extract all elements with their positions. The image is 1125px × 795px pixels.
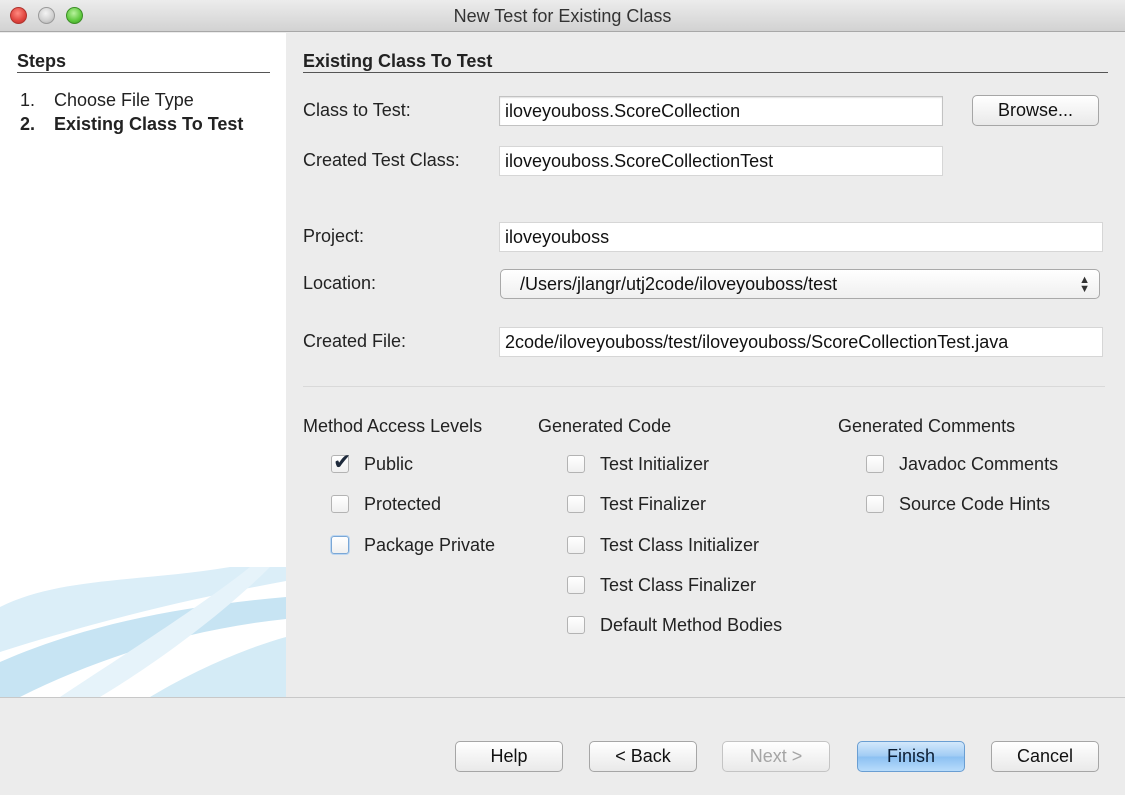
location-label: Location: — [303, 273, 377, 293]
class-to-test-label: Class to Test: — [303, 100, 411, 120]
option-label: Default Method Bodies — [600, 615, 783, 635]
checkbox-box[interactable] — [567, 616, 585, 634]
created-test-class-field: iloveyouboss.ScoreCollectionTest — [499, 146, 943, 176]
option-label: Test Finalizer — [600, 494, 707, 514]
checkmark-icon: ✔ — [333, 449, 352, 474]
cancel-button[interactable]: Cancel — [991, 741, 1099, 772]
option-label: Test Class Finalizer — [600, 575, 757, 595]
step-existing-class: 2. Existing Class To Test — [20, 114, 243, 135]
checkbox-box[interactable] — [866, 495, 884, 513]
button-bar: Help < Back Next > Finish Cancel — [0, 697, 1125, 795]
option-label: Test Initializer — [600, 454, 710, 474]
option-label: Source Code Hints — [899, 494, 1051, 514]
created-file-label: Created File: — [303, 331, 407, 351]
created-test-class-label: Created Test Class: — [303, 150, 460, 170]
dialog-window: New Test for Existing Class Steps 1. Choo… — [0, 0, 1125, 795]
browse-button[interactable]: Browse... — [972, 95, 1099, 126]
checkbox-box[interactable]: ✔ — [331, 449, 351, 474]
checkbox-box[interactable] — [866, 455, 884, 473]
steps-divider — [17, 72, 270, 73]
step-number: 2. — [20, 114, 36, 134]
section-title: Existing Class To Test — [303, 51, 493, 71]
method-access-heading: Method Access Levels — [303, 416, 483, 436]
window-title: New Test for Existing Class — [453, 6, 672, 26]
project-field: iloveyouboss — [499, 222, 1103, 252]
checkbox-box[interactable] — [567, 536, 585, 554]
finish-button[interactable]: Finish — [857, 741, 965, 772]
steps-heading: Steps — [17, 51, 67, 71]
class-to-test-input[interactable]: iloveyouboss.ScoreCollection — [499, 96, 943, 126]
title-bar[interactable]: New Test for Existing Class — [0, 0, 1125, 32]
checkbox-box[interactable] — [567, 495, 585, 513]
option-label: Package Private — [364, 535, 496, 555]
section-divider — [303, 72, 1108, 73]
checkbox-box[interactable] — [331, 536, 349, 554]
checkbox-box[interactable] — [567, 455, 585, 473]
combo-arrows-icon: ▲ ▼ — [1079, 274, 1090, 295]
step-label: Choose File Type — [54, 90, 194, 110]
option-label: Javadoc Comments — [899, 454, 1059, 474]
help-button[interactable]: Help — [455, 741, 563, 772]
step-label: Existing Class To Test — [54, 114, 244, 134]
next-button: Next > — [722, 741, 830, 772]
generated-comments-heading: Generated Comments — [838, 416, 1016, 436]
location-selected-value: /Users/jlangr/utj2code/iloveyouboss/test — [520, 274, 838, 294]
back-button[interactable]: < Back — [589, 741, 697, 772]
option-label: Test Class Initializer — [600, 535, 760, 555]
main-panel: Existing Class To Test Class to Test: il… — [286, 33, 1125, 697]
step-number: 1. — [20, 90, 36, 110]
checkbox-box[interactable] — [567, 576, 585, 594]
created-file-field: 2code/iloveyouboss/test/iloveyouboss/Sco… — [499, 327, 1103, 357]
steps-panel: Steps 1. Choose File Type 2. Existing Clas… — [0, 33, 286, 697]
options-divider — [303, 386, 1105, 387]
checkbox-box[interactable] — [331, 495, 349, 513]
project-label: Project: — [303, 226, 365, 246]
location-select[interactable]: /Users/jlangr/utj2code/iloveyouboss/test… — [500, 269, 1100, 299]
option-label: Public — [364, 454, 414, 474]
option-label: Protected — [364, 494, 442, 514]
step-choose-file-type: 1. Choose File Type — [20, 90, 194, 111]
generated-code-heading: Generated Code — [538, 416, 672, 436]
netbeans-swoosh-graphic — [0, 567, 286, 697]
